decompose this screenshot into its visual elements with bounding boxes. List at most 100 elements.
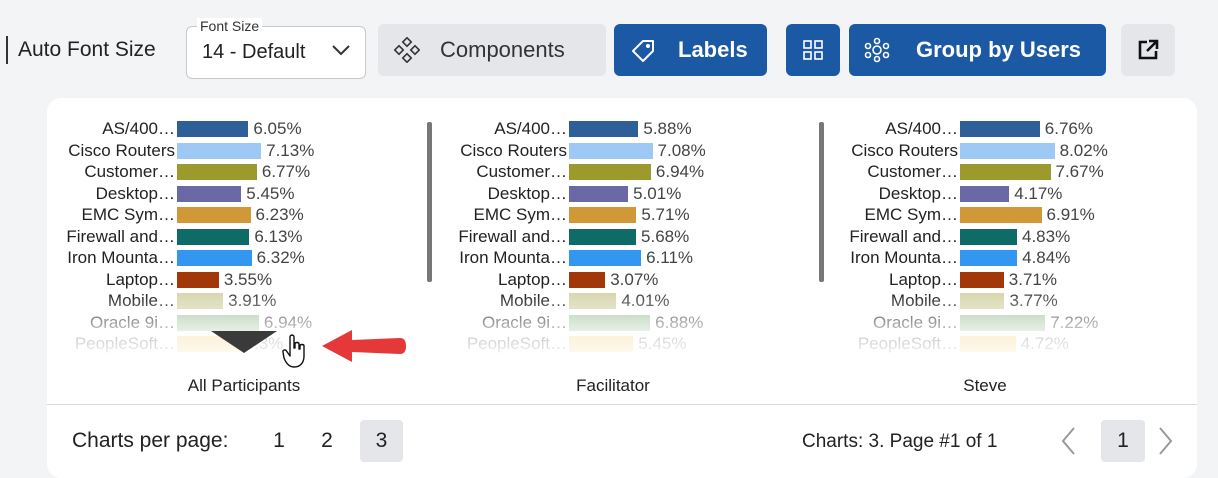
- value-label: 6.88%: [655, 312, 704, 332]
- bar-row: Oracle 9i… 7.22%: [830, 312, 1160, 333]
- chart-scrollbar[interactable]: [427, 122, 432, 282]
- category-label: Desktop…: [878, 183, 958, 203]
- value-label: 3.91%: [228, 291, 277, 310]
- category-label: AS/400…: [102, 119, 175, 138]
- bar[interactable]: [177, 142, 262, 159]
- value-label: 3.71%: [1008, 269, 1057, 289]
- bar[interactable]: [960, 336, 1016, 352]
- bar[interactable]: [960, 142, 1055, 159]
- category-label: Laptop…: [498, 269, 567, 289]
- bar[interactable]: [569, 164, 651, 180]
- bar[interactable]: [569, 121, 639, 137]
- bar[interactable]: [960, 207, 1042, 223]
- bar[interactable]: [569, 293, 617, 309]
- bar-row: EMC Sym… 5.71%: [439, 204, 769, 225]
- value-label: 6.94%: [655, 162, 705, 181]
- bar-row: Firewall and… 6.13%: [47, 226, 377, 247]
- bar[interactable]: [960, 121, 1040, 137]
- bar[interactable]: [569, 336, 634, 352]
- value-label: 5.88%: [643, 119, 692, 138]
- bar[interactable]: [177, 250, 252, 266]
- bar-row: Laptop… 3.71%: [830, 269, 1160, 290]
- category-label: AS/400…: [494, 119, 567, 138]
- bar[interactable]: [569, 250, 642, 266]
- value-label: 5.45%: [246, 183, 295, 203]
- auto-font-size-toggle[interactable]: Auto Font Size: [18, 38, 156, 62]
- value-label: 6.23%: [255, 205, 304, 224]
- value-label: 3.77%: [1009, 291, 1058, 310]
- category-label: Laptop…: [889, 269, 958, 289]
- category-label: AS/400…: [885, 119, 958, 138]
- bar[interactable]: [960, 293, 1005, 309]
- bar[interactable]: [177, 164, 257, 180]
- bar-row: Mobile… 3.77%: [830, 290, 1160, 311]
- page-size-option[interactable]: 2: [313, 420, 341, 462]
- value-label: 6.05%: [253, 119, 302, 138]
- category-label: Desktop…: [487, 183, 567, 203]
- chart-title: Steve: [963, 376, 1007, 395]
- bar[interactable]: [177, 228, 250, 245]
- category-label: Iron Mounta…: [67, 248, 175, 267]
- chart-title: All Participants: [187, 376, 301, 395]
- bar[interactable]: [569, 142, 653, 159]
- tag-icon: [632, 40, 654, 62]
- bar-row: AS/400… 6.76%: [830, 118, 1160, 139]
- category-label: PeopleSoft…: [857, 334, 958, 353]
- bar-row: Mobile… 3.91%: [47, 290, 377, 311]
- value-label: 5.68%: [641, 226, 690, 246]
- value-label: 5.71%: [641, 205, 690, 224]
- bar-row: Desktop… 4.17%: [830, 183, 1160, 204]
- category-label: Oracle 9i…: [89, 312, 175, 332]
- bar[interactable]: [177, 293, 224, 309]
- bar[interactable]: [177, 121, 249, 137]
- category-label: Customer…: [476, 162, 567, 181]
- bar[interactable]: [960, 164, 1051, 180]
- value-label: 4.17%: [1014, 183, 1063, 203]
- bar-row: Firewall and… 5.68%: [439, 226, 769, 247]
- category-label: Iron Mounta…: [459, 248, 567, 267]
- page-size-option[interactable]: 1: [265, 420, 293, 462]
- bar[interactable]: [569, 228, 637, 245]
- bar[interactable]: [960, 250, 1018, 266]
- bar-row: EMC Sym… 6.23%: [47, 204, 377, 225]
- bar-row: Cisco Routers 7.13%: [47, 140, 377, 161]
- category-label: Cisco Routers: [460, 140, 567, 160]
- group-by-users-button[interactable]: Group by Users: [849, 24, 1106, 76]
- open-external-button[interactable]: [1121, 24, 1175, 76]
- grid-icon: [803, 40, 823, 60]
- value-label: 8.02%: [1059, 140, 1108, 160]
- bar[interactable]: [569, 271, 606, 288]
- bar[interactable]: [177, 207, 251, 223]
- chart-facilitator: AS/400… 5.88% Cisco Routers 7.08% Customer… 6…: [439, 118, 769, 358]
- chevron-down-icon: [332, 45, 350, 56]
- grid-view-button[interactable]: [786, 24, 840, 76]
- labels-button[interactable]: Labels: [614, 24, 767, 76]
- bar-row: Oracle 9i… 6.88%: [439, 312, 769, 333]
- bar[interactable]: [177, 314, 259, 331]
- chevron-left-icon[interactable]: [1057, 424, 1081, 458]
- bar[interactable]: [569, 314, 651, 331]
- bar[interactable]: [177, 271, 219, 288]
- page-size-option-selected[interactable]: 3: [360, 420, 403, 462]
- chart-scrollbar[interactable]: [819, 122, 824, 282]
- components-label: Components: [440, 37, 565, 62]
- value-label: 5.01%: [633, 183, 682, 203]
- current-page[interactable]: 1: [1101, 420, 1145, 462]
- bar[interactable]: [960, 228, 1017, 245]
- bar[interactable]: [569, 207, 637, 223]
- font-size-select[interactable]: Font Size 14 - Default: [186, 18, 366, 79]
- bar[interactable]: [569, 185, 629, 202]
- bar-row: Customer… 7.67%: [830, 161, 1160, 182]
- chevron-right-icon[interactable]: [1153, 424, 1177, 458]
- components-button[interactable]: Components: [378, 24, 606, 76]
- bar-row: Customer… 6.77%: [47, 161, 377, 182]
- category-label: Mobile…: [890, 291, 958, 310]
- category-label: Mobile…: [107, 291, 175, 310]
- bar[interactable]: [960, 271, 1004, 288]
- bar-row: Laptop… 3.07%: [439, 269, 769, 290]
- bar[interactable]: [960, 314, 1046, 331]
- annotation-arrow-icon: [322, 330, 406, 362]
- bar[interactable]: [960, 185, 1010, 202]
- bar[interactable]: [177, 185, 242, 202]
- category-label: Oracle 9i…: [872, 312, 958, 332]
